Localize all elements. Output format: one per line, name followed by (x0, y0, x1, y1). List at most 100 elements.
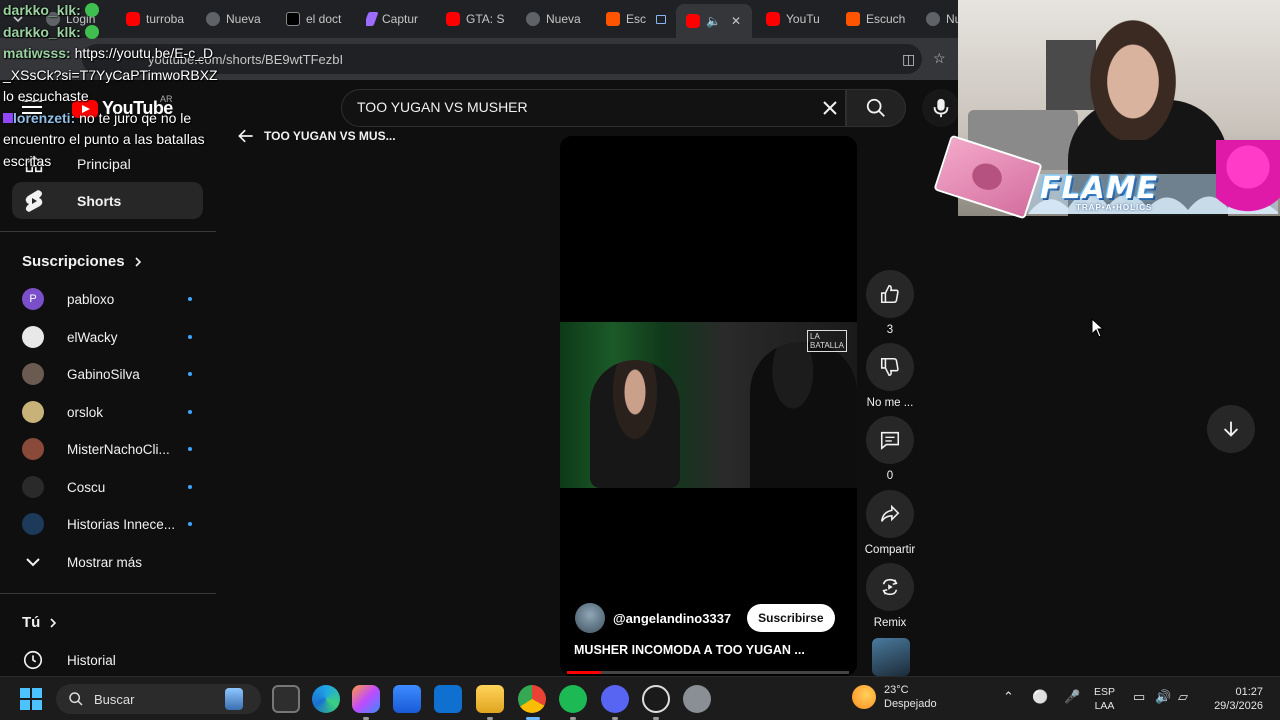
webcam-streamer-head (1083, 10, 1183, 140)
history-icon (22, 649, 44, 671)
progress-bar[interactable] (567, 671, 849, 674)
sidebar-item-shorts[interactable]: Shorts (12, 182, 203, 219)
audio-playing-icon[interactable]: 🔈 (706, 14, 721, 28)
temperature: 23°C (884, 684, 909, 696)
tab-nu[interactable]: Nu (926, 6, 960, 32)
new-content-dot (188, 297, 192, 301)
mouse-cursor-icon (1091, 318, 1105, 338)
search-button[interactable] (846, 89, 906, 127)
edge-icon[interactable] (312, 685, 340, 713)
globe-icon (526, 12, 540, 26)
video-frame[interactable]: LA BATALLA (560, 322, 857, 488)
chrome-icon[interactable] (518, 685, 546, 713)
remix-button[interactable] (866, 563, 914, 611)
badge-icon (3, 112, 13, 123)
channel-name[interactable]: @angelandino3337 (613, 611, 731, 626)
shorts-player[interactable]: LA BATALLA (560, 136, 857, 676)
dislike-button[interactable] (866, 343, 914, 391)
input-language[interactable]: ESP LAA (1094, 685, 1115, 713)
tab-gta[interactable]: GTA: Sa (446, 6, 504, 32)
volume-icon[interactable]: 🔊 (1155, 689, 1171, 705)
like-button[interactable] (866, 270, 914, 318)
settings-icon[interactable] (683, 685, 711, 713)
short-title[interactable]: MUSHER INCOMODA A TOO YUGAN ... (574, 643, 805, 657)
flame-logo-subtext: TRAP•A•HOLICS (1076, 203, 1153, 212)
pen-icon (366, 12, 379, 26)
copilot-icon[interactable] (352, 685, 380, 713)
comment-count: 0 (886, 470, 894, 482)
tab-captur[interactable]: Captur (366, 6, 426, 32)
subscription-item[interactable]: Historias Innece... (22, 509, 192, 539)
shorts-icon (22, 189, 46, 213)
comment-icon (880, 431, 900, 450)
dislike-action: No me ... (864, 343, 916, 409)
soundcloud-icon (606, 12, 620, 26)
subscription-item[interactable]: orslok (22, 397, 192, 427)
subscription-name: Historias Innece... (67, 516, 176, 532)
emote-icon (84, 3, 99, 17)
sidebar-item-history[interactable]: Historial (22, 645, 192, 675)
tab-current-short[interactable]: 🔈 ✕ (676, 4, 752, 38)
tab-youtu[interactable]: YouTu (766, 6, 828, 32)
subscription-item[interactable]: MisterNachoCli... (22, 434, 192, 464)
close-tab-icon[interactable]: ✕ (731, 14, 741, 28)
you-heading[interactable]: Tú (22, 614, 58, 631)
show-more-button[interactable]: Mostrar más (22, 547, 192, 577)
search-query[interactable]: TOO YUGAN VS MUSHER (357, 99, 528, 115)
clear-search-icon[interactable] (818, 96, 842, 120)
search-icon (866, 98, 885, 117)
voice-search-button[interactable] (922, 89, 960, 127)
tab-nueva-2[interactable]: Nueva (526, 6, 584, 32)
network-icon[interactable]: ⚪ (1032, 689, 1048, 705)
audio-thumbnail[interactable] (872, 638, 910, 676)
display-icon[interactable]: ▭ (1133, 689, 1145, 705)
file-explorer-stack-icon[interactable] (272, 685, 300, 713)
chat-message: matiwsss: https://youtu.be/E-c_D_XSsCk?s… (3, 45, 218, 104)
search-icon (69, 692, 83, 706)
system-clock[interactable]: 01:27 29/3/2026 (1205, 685, 1263, 713)
video-person-left (590, 360, 680, 488)
taskbar-search[interactable]: Buscar (56, 684, 261, 714)
subscription-item[interactable]: elWacky (22, 322, 192, 352)
channel-avatar[interactable] (575, 603, 605, 633)
chevron-right-icon (134, 256, 141, 267)
next-short-button[interactable] (1207, 405, 1255, 453)
flame-logo-text: FLAME (1040, 171, 1159, 206)
new-content-dot (188, 410, 192, 414)
obs-icon[interactable] (642, 685, 670, 713)
picture-in-picture-icon (656, 14, 666, 24)
youtube-icon (686, 14, 700, 28)
chevron-up-icon[interactable]: ⌃ (1003, 689, 1014, 705)
subscription-item[interactable]: Ppabloxo (22, 284, 192, 314)
bookmark-star-icon[interactable]: ☆ (933, 50, 946, 67)
subscribe-button[interactable]: Suscribirse (747, 604, 835, 632)
share-button[interactable] (866, 490, 914, 538)
youtube-icon (446, 12, 460, 26)
dislike-label: No me ... (866, 397, 914, 409)
windows-start-icon[interactable] (20, 688, 42, 710)
channel-avatar (22, 363, 44, 385)
folder-icon[interactable] (476, 685, 504, 713)
discord-icon[interactable] (601, 685, 629, 713)
comments-button[interactable] (866, 416, 914, 464)
install-app-icon[interactable]: ◫ (902, 51, 915, 68)
store-icon[interactable] (393, 685, 421, 713)
subscriptions-heading[interactable]: Suscripciones (22, 253, 143, 270)
like-count: 3 (886, 324, 894, 336)
battery-icon[interactable]: ▱ (1178, 689, 1188, 705)
microphone-icon[interactable]: 🎤 (1064, 689, 1080, 705)
video-person-right (750, 342, 857, 488)
outlook-icon[interactable] (434, 685, 462, 713)
tab-el-doct[interactable]: el doct (286, 6, 352, 32)
subscription-name: orslok (67, 404, 104, 420)
tab-escuch[interactable]: Escuch (846, 6, 908, 32)
spotify-icon[interactable] (559, 685, 587, 713)
subscription-item[interactable]: GabinoSilva (22, 359, 192, 389)
tab-esc[interactable]: Esc (606, 6, 666, 32)
subscription-item[interactable]: Coscu (22, 472, 192, 502)
weather-widget[interactable]: 23°C Despejado (852, 683, 937, 711)
stream-chat-overlay: darkko_klk: darkko_klk: matiwsss: https:… (3, 0, 218, 172)
chevron-down-icon (22, 551, 44, 573)
thumbs-up-icon (880, 284, 899, 304)
back-to-results[interactable]: TOO YUGAN VS MUS... (236, 126, 396, 146)
